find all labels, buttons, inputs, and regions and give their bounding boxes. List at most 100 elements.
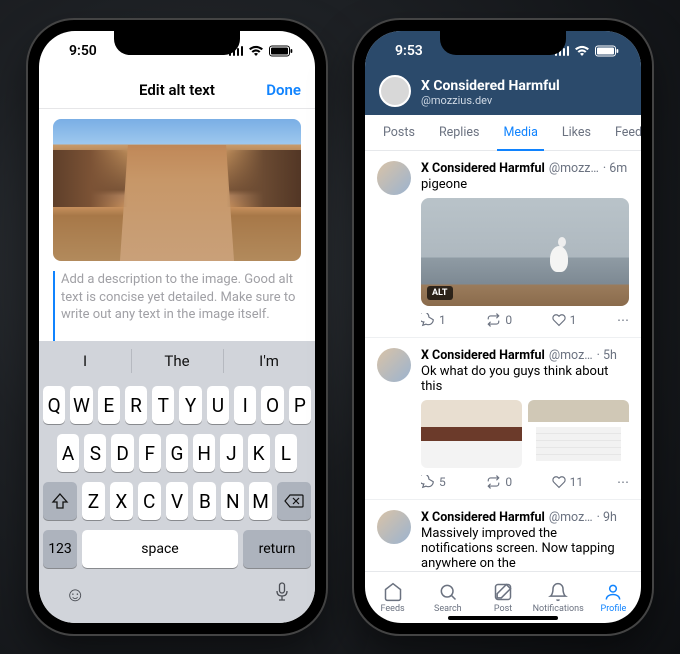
return-key[interactable]: return: [243, 530, 311, 568]
key-h[interactable]: H: [193, 434, 215, 472]
post-time: 6m: [609, 161, 627, 176]
battery-icon: [269, 45, 293, 57]
post[interactable]: X Considered Harmful @moz… · 5h Ok what …: [365, 338, 641, 500]
modal-header: Edit alt text Done: [39, 71, 315, 109]
like-button[interactable]: 1: [552, 313, 617, 327]
suggestion[interactable]: I'm: [223, 341, 315, 381]
nav-feeds[interactable]: Feeds: [365, 582, 420, 614]
more-button[interactable]: ⋯: [617, 313, 629, 327]
key-f[interactable]: F: [139, 434, 161, 472]
post-media[interactable]: ALT: [421, 198, 629, 306]
mic-icon[interactable]: [275, 582, 289, 607]
key-n[interactable]: N: [221, 482, 244, 520]
post[interactable]: X Considered Harmful @mozz… · 6m pigeone…: [365, 151, 641, 338]
home-indicator[interactable]: [448, 616, 558, 620]
repost-button[interactable]: 0: [486, 313, 551, 327]
key-m[interactable]: M: [249, 482, 272, 520]
done-button[interactable]: Done: [266, 81, 301, 99]
key-v[interactable]: V: [166, 482, 189, 520]
alt-badge[interactable]: ALT: [427, 286, 453, 300]
status-time: 9:50: [69, 43, 97, 59]
tab-posts[interactable]: Posts: [371, 115, 427, 150]
tab-likes[interactable]: Likes: [550, 115, 603, 150]
key-l[interactable]: L: [275, 434, 297, 472]
key-b[interactable]: B: [193, 482, 216, 520]
post-author: X Considered Harmful: [421, 510, 545, 525]
post-media-grid[interactable]: [421, 400, 629, 468]
key-o[interactable]: O: [261, 386, 283, 424]
wifi-icon: [574, 45, 590, 57]
post-handle: @mozz…: [549, 161, 599, 176]
key-u[interactable]: U: [207, 386, 229, 424]
post-actions: 5 0 11 ⋯: [421, 475, 629, 489]
notch: [114, 31, 240, 55]
key-i[interactable]: I: [234, 386, 256, 424]
suggestion[interactable]: I: [39, 341, 131, 381]
key-p[interactable]: P: [289, 386, 311, 424]
key-d[interactable]: D: [111, 434, 133, 472]
reply-button[interactable]: 5: [421, 475, 486, 489]
key-row: Q W E R T Y U I O P: [39, 381, 315, 429]
post-text: Massively improved the notifications scr…: [421, 526, 629, 571]
image-preview-wrap: [39, 109, 315, 271]
key-s[interactable]: S: [84, 434, 106, 472]
post-text: pigeone: [421, 177, 629, 192]
key-t[interactable]: T: [152, 386, 174, 424]
keyboard-bottom-bar: ☺: [39, 573, 315, 615]
key-g[interactable]: G: [166, 434, 188, 472]
tab-replies[interactable]: Replies: [427, 115, 492, 150]
post-handle: @moz…: [549, 510, 593, 525]
modal-title: Edit alt text: [139, 81, 215, 99]
status-time: 9:53: [395, 43, 423, 59]
key-c[interactable]: C: [138, 482, 161, 520]
post-time: 5h: [603, 348, 617, 363]
avatar[interactable]: [379, 75, 411, 107]
key-e[interactable]: E: [98, 386, 120, 424]
nav-post[interactable]: Post: [475, 582, 530, 614]
key-row: 123 space return: [39, 525, 315, 573]
key-j[interactable]: J: [220, 434, 242, 472]
numbers-key[interactable]: 123: [43, 530, 77, 568]
alt-text-input[interactable]: Add a description to the image. Good alt…: [53, 271, 301, 341]
key-row: Z X C V B N M: [39, 477, 315, 525]
nav-profile[interactable]: Profile: [586, 582, 641, 614]
key-x[interactable]: X: [110, 482, 133, 520]
post-handle: @moz…: [549, 348, 593, 363]
key-q[interactable]: Q: [43, 386, 65, 424]
space-key[interactable]: space: [82, 530, 238, 568]
post-text: Ok what do you guys think about this: [421, 364, 629, 394]
key-k[interactable]: K: [248, 434, 270, 472]
like-button[interactable]: 11: [552, 475, 617, 489]
nav-search[interactable]: Search: [420, 582, 475, 614]
key-r[interactable]: R: [125, 386, 147, 424]
post-author: X Considered Harmful: [421, 161, 545, 176]
post-author: X Considered Harmful: [421, 348, 545, 363]
tab-media[interactable]: Media: [491, 115, 549, 150]
key-w[interactable]: W: [70, 386, 92, 424]
key-y[interactable]: Y: [179, 386, 201, 424]
profile-handle: @mozzius.dev: [421, 94, 560, 107]
emoji-icon[interactable]: ☺: [65, 582, 85, 607]
avatar[interactable]: [377, 510, 411, 544]
profile-name: X Considered Harmful: [421, 78, 560, 94]
post-actions: 1 0 1 ⋯: [421, 313, 629, 327]
avatar[interactable]: [377, 348, 411, 382]
repost-button[interactable]: 0: [486, 475, 551, 489]
phone-social-app: 9:53 X Considered Harmful @mozzius.dev P…: [354, 20, 652, 634]
key-z[interactable]: Z: [82, 482, 105, 520]
feed: X Considered Harmful @mozz… · 6m pigeone…: [365, 151, 641, 571]
keyboard-suggestions: I The I'm: [39, 341, 315, 381]
tab-feeds[interactable]: Feeds: [603, 115, 641, 150]
suggestion[interactable]: The: [131, 341, 223, 381]
battery-icon: [595, 45, 619, 57]
more-button[interactable]: ⋯: [617, 475, 629, 489]
key-a[interactable]: A: [57, 434, 79, 472]
image-preview[interactable]: [53, 119, 301, 261]
reply-button[interactable]: 1: [421, 313, 486, 327]
phone-alt-text: 9:50 Edit alt text Done Add a descriptio…: [28, 20, 326, 634]
backspace-key[interactable]: [277, 482, 311, 520]
avatar[interactable]: [377, 161, 411, 195]
nav-notifications[interactable]: Notifications: [531, 582, 586, 614]
post[interactable]: X Considered Harmful @moz… · 9h Massivel…: [365, 500, 641, 571]
shift-key[interactable]: [43, 482, 77, 520]
